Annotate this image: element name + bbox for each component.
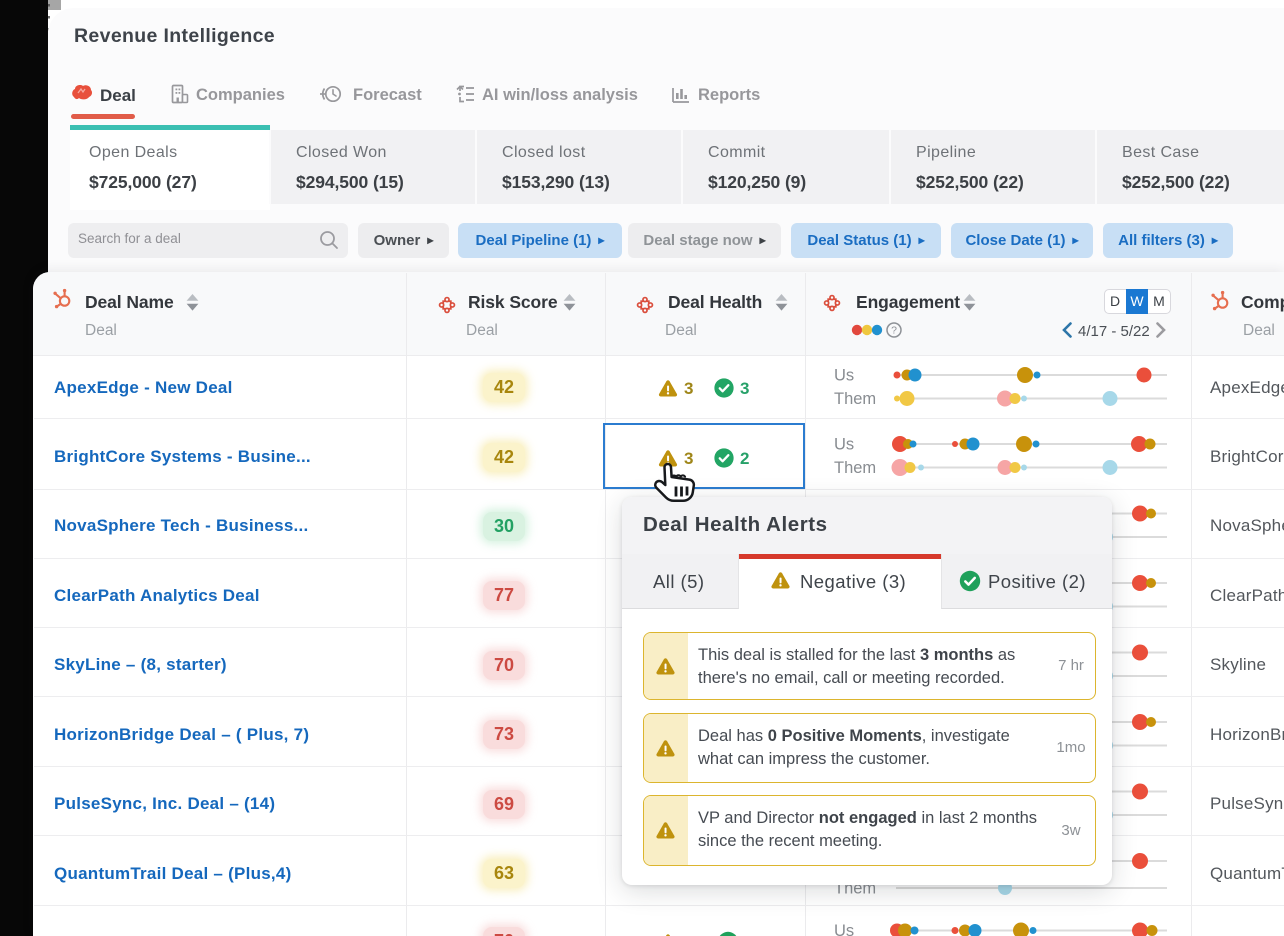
svg-text:Us: Us [834,367,854,385]
svg-text:Them: Them [834,459,876,477]
svg-text:Us: Us [834,922,854,936]
svg-text:?: ? [891,325,897,337]
svg-text:Us: Us [834,436,854,454]
svg-text:Them: Them [834,390,876,408]
